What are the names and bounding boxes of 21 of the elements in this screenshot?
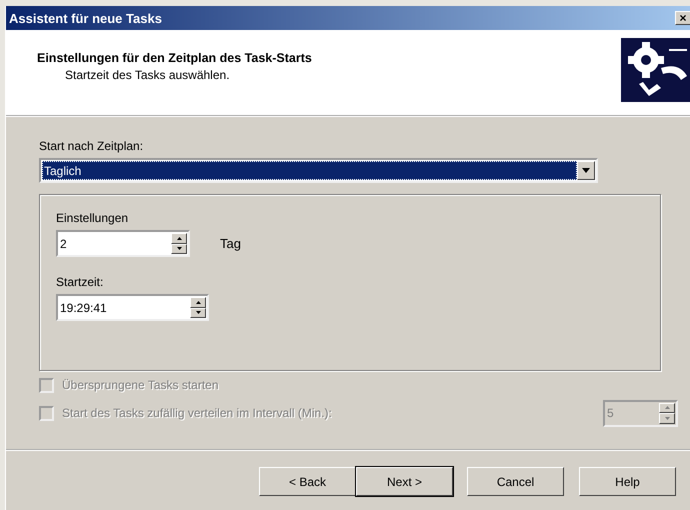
- option-label: Start des Tasks zufällig verteilen im Intervall (Min.):: [62, 406, 332, 420]
- start-time-label: Startzeit:: [56, 275, 104, 289]
- schedule-value: Taglich: [42, 161, 577, 180]
- page-subtitle: Startzeit des Tasks auswählen.: [64, 67, 231, 82]
- wizard-button[interactable]: Next >: [356, 467, 453, 496]
- close-button[interactable]: ×: [675, 11, 690, 25]
- settings-label: Einstellungen: [56, 211, 130, 225]
- option-label: Übersprungene Tasks starten: [62, 378, 219, 392]
- start-time-spinbox[interactable]: 19:29:41: [56, 294, 209, 321]
- unit-label: Tag: [220, 236, 241, 251]
- wizard-button[interactable]: < Back: [259, 467, 356, 496]
- spin-arrows-icon[interactable]: [171, 233, 187, 254]
- spin-arrows-icon[interactable]: [190, 297, 206, 318]
- wizard-button[interactable]: Help: [579, 467, 676, 496]
- schedule-dropdown[interactable]: Taglich: [39, 158, 598, 183]
- wizard-button[interactable]: Cancel: [467, 467, 564, 496]
- page-title: Einstellungen für den Zeitplan des Task-Starts: [37, 51, 313, 65]
- schedule-label: Start nach Zeitplan:: [39, 139, 144, 153]
- spin-arrows-icon[interactable]: [659, 402, 675, 424]
- window-title: Assistent für neue Tasks: [9, 10, 163, 26]
- interval-spinbox[interactable]: 2: [56, 230, 190, 257]
